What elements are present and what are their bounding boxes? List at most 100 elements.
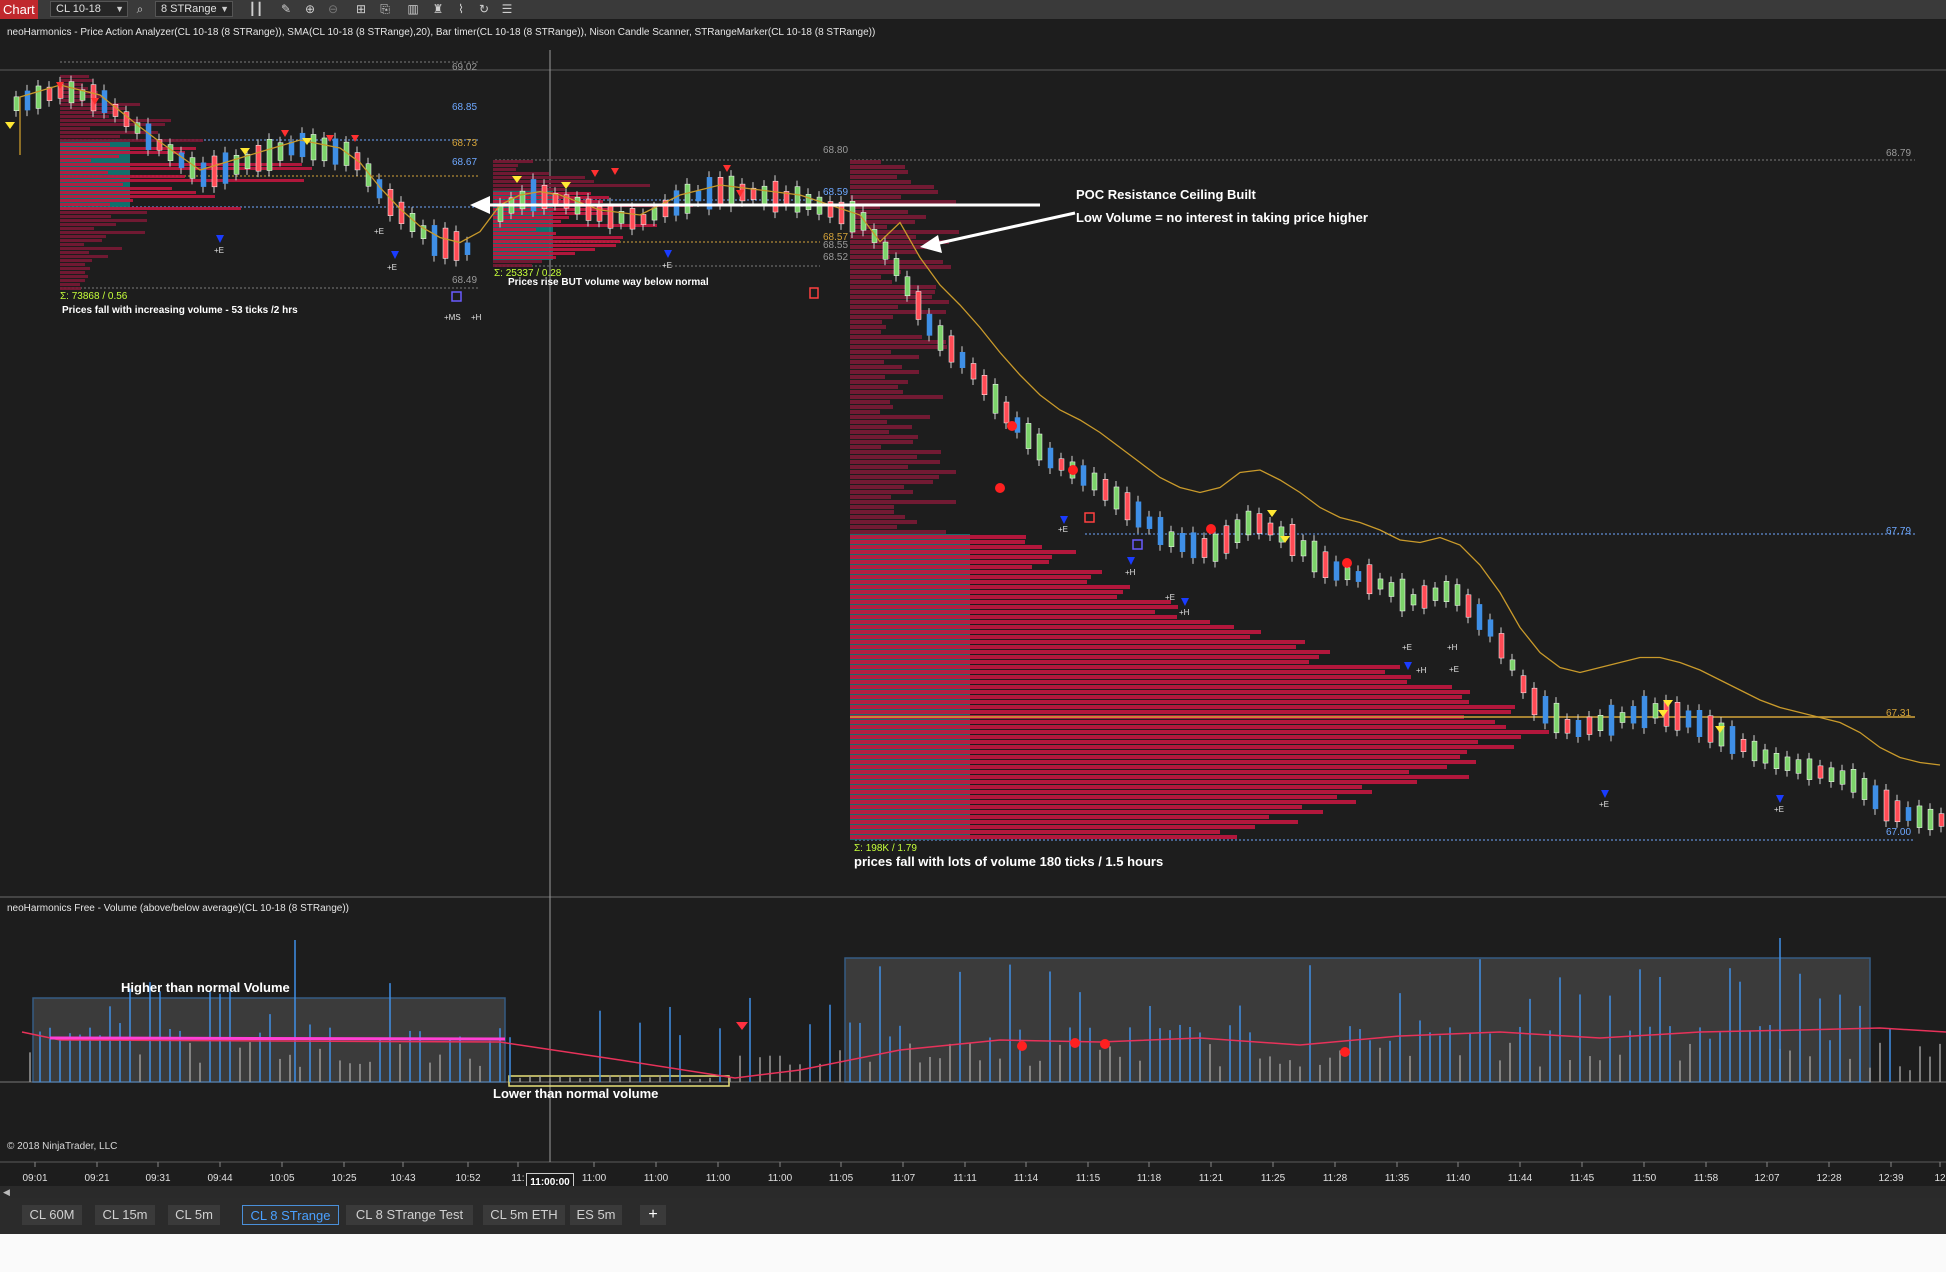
bar-style-icon[interactable]: ┃┃ bbox=[248, 1, 264, 17]
volume-profile-bar bbox=[60, 167, 312, 170]
grid-icon[interactable]: ⊞ bbox=[353, 1, 369, 17]
zoom-in-icon[interactable]: ⊕ bbox=[302, 1, 318, 17]
volume-profile-bar bbox=[850, 780, 1417, 784]
volume-profile-bar bbox=[493, 252, 575, 255]
time-axis-tick: 11:40 bbox=[1445, 1173, 1471, 1184]
candle-body bbox=[1113, 486, 1120, 510]
list-icon[interactable]: ☰ bbox=[499, 1, 515, 17]
volume-profile-bar bbox=[493, 260, 542, 263]
tab-cl-5m-eth[interactable]: CL 5m ETH bbox=[483, 1205, 565, 1225]
volume-profile-bar bbox=[850, 820, 1298, 824]
candle-body bbox=[431, 225, 438, 256]
scroll-left-icon[interactable]: ◀ bbox=[3, 1186, 10, 1198]
sell-arrow-marker bbox=[611, 168, 619, 175]
buy-arrow-marker bbox=[1181, 598, 1189, 606]
volume-profile-bar bbox=[493, 168, 516, 171]
candle-body bbox=[882, 241, 889, 260]
sell-arrow-marker bbox=[736, 1022, 748, 1030]
time-axis-tick: 11:45 bbox=[1569, 1173, 1595, 1184]
volume-profile-bar bbox=[60, 207, 241, 210]
pencil-icon[interactable]: ✎ bbox=[278, 1, 294, 17]
indicators-icon[interactable]: ⌇ bbox=[453, 1, 469, 17]
volume-profile-bar bbox=[60, 175, 185, 178]
red-dot-marker bbox=[1342, 558, 1352, 568]
volume-profile-bar bbox=[60, 195, 215, 198]
volume-average-highlight bbox=[49, 1036, 506, 1041]
candle-body bbox=[640, 214, 647, 225]
chart-menu-button[interactable]: Chart bbox=[0, 0, 38, 19]
volume-profile-bar bbox=[60, 159, 91, 162]
volume-profile-bar bbox=[493, 228, 536, 231]
volume-profile-bar bbox=[850, 455, 917, 459]
properties-icon[interactable]: ⎘ bbox=[377, 1, 393, 17]
search-icon[interactable]: ⌕ bbox=[132, 1, 148, 17]
volume-profile-bar bbox=[60, 75, 89, 78]
zoom-out-icon[interactable]: ⊖ bbox=[325, 1, 341, 17]
chart-area[interactable]: +E +E +E +E +H +H +E +E +E +E +E +MS +H +E +H +H neoHar… bbox=[0, 20, 1946, 1186]
candle-body bbox=[1465, 594, 1472, 618]
candle-body bbox=[398, 201, 405, 224]
volume-profile-bar bbox=[850, 370, 919, 374]
bar-type-selector[interactable]: 8 STRange ▼ bbox=[155, 1, 233, 17]
volume-profile-bar bbox=[850, 550, 1076, 554]
volume-profile-bar bbox=[850, 220, 915, 224]
volume-profile-bar bbox=[60, 283, 80, 286]
signal-label: +H bbox=[1179, 608, 1190, 617]
tab-cl-8-strange-test[interactable]: CL 8 STrange Test bbox=[346, 1205, 473, 1225]
volume-profile-bar bbox=[850, 755, 1460, 759]
volume-profile-bar bbox=[60, 263, 85, 266]
candle-body bbox=[1476, 604, 1483, 630]
candle-body bbox=[1828, 767, 1835, 782]
price-panel-title: neoHarmonics - Price Action Analyzer(CL … bbox=[7, 27, 876, 38]
candle-body bbox=[299, 132, 306, 158]
candle-body bbox=[1674, 702, 1681, 731]
volume-profile-bar bbox=[850, 785, 1362, 789]
volume-profile-bar bbox=[60, 251, 89, 254]
candle-body bbox=[1289, 523, 1296, 557]
volume-profile-bar bbox=[850, 770, 1409, 774]
candle-body bbox=[761, 185, 768, 205]
volume-profile-bar bbox=[60, 255, 108, 258]
signal-label: +H bbox=[1416, 666, 1427, 675]
chart-canvas[interactable]: +E +E +E +E +H +H +E +E +E +E +E +MS +H +E +H +H bbox=[0, 20, 1946, 1186]
volume-profile-bar bbox=[850, 180, 911, 184]
volume-profile-bar bbox=[850, 415, 930, 419]
time-axis-tick: 11:11 bbox=[953, 1173, 977, 1184]
strategies-icon[interactable]: ♜ bbox=[430, 1, 446, 17]
candle-body bbox=[1916, 805, 1923, 828]
candle-body bbox=[651, 207, 658, 221]
instrument-value: CL 10-18 bbox=[56, 3, 101, 15]
buy-arrow-marker bbox=[1060, 516, 1068, 524]
volume-profile-bar bbox=[850, 740, 1478, 744]
red-dot-marker bbox=[1070, 1038, 1080, 1048]
tab-cl-5m[interactable]: CL 5m bbox=[168, 1205, 220, 1225]
candle-body bbox=[1234, 519, 1241, 543]
pattern-box bbox=[809, 287, 819, 299]
tab-cl-15m[interactable]: CL 15m bbox=[95, 1205, 155, 1225]
buy-arrow-marker bbox=[391, 251, 399, 259]
horizontal-scrollbar[interactable]: ◀ bbox=[0, 1186, 1946, 1198]
candle-body bbox=[90, 84, 97, 112]
copyright-text: © 2018 NinjaTrader, LLC bbox=[7, 1141, 118, 1152]
bottom-strip bbox=[0, 1234, 1946, 1272]
volume-profile-bar bbox=[60, 139, 203, 142]
note-fall-2: prices fall with lots of volume 180 tick… bbox=[854, 854, 1164, 869]
time-axis-tick: 09:21 bbox=[84, 1173, 110, 1184]
time-axis-tick: 10:25 bbox=[331, 1173, 357, 1184]
instrument-selector[interactable]: CL 10-18 ▼ bbox=[50, 1, 128, 17]
candle-body bbox=[1366, 564, 1373, 595]
candle-body bbox=[1091, 472, 1098, 491]
level-label: 67.00 bbox=[1886, 827, 1912, 838]
candle-body bbox=[1245, 510, 1252, 536]
candle-body bbox=[1047, 447, 1054, 469]
tab-es-5m[interactable]: ES 5m bbox=[570, 1205, 622, 1225]
tab-cl-8-strange[interactable]: CL 8 STrange bbox=[242, 1205, 339, 1225]
tab-cl-60m[interactable]: CL 60M bbox=[22, 1205, 82, 1225]
note-higher-volume: Higher than normal Volume bbox=[121, 980, 290, 995]
data-box-icon[interactable]: ▥ bbox=[405, 1, 421, 17]
time-axis-tick: 11:18 bbox=[1136, 1173, 1162, 1184]
add-tab-button[interactable]: + bbox=[640, 1205, 666, 1225]
volume-profile-bar bbox=[850, 655, 1319, 659]
refresh-icon[interactable]: ↻ bbox=[476, 1, 492, 17]
candle-body bbox=[1223, 525, 1230, 554]
